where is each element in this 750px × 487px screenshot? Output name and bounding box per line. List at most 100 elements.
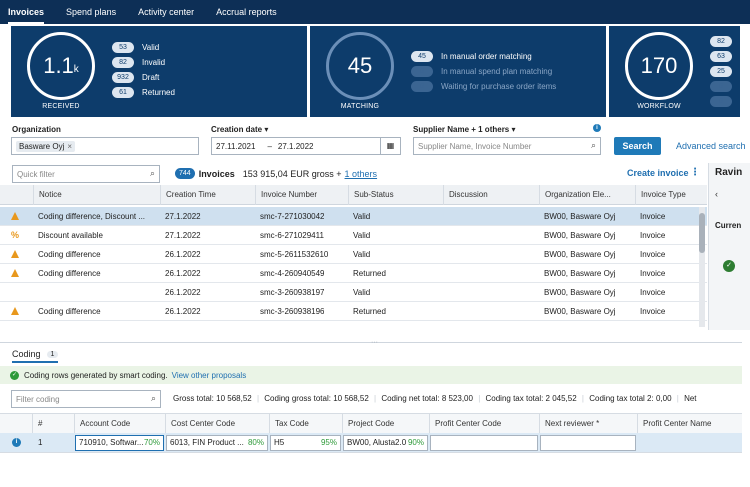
stat-invalid[interactable]: 82 Invalid xyxy=(112,57,165,68)
col-invoice-number[interactable]: Invoice Number xyxy=(255,185,348,205)
date-from[interactable]: 27.11.2021 xyxy=(216,142,255,151)
search-icon[interactable]: ⌕ xyxy=(150,168,155,179)
warning-icon xyxy=(11,250,19,258)
supplier-search-input[interactable]: Supplier Name, Invoice Number ⌕ xyxy=(413,137,601,155)
stat-valid[interactable]: 53 Valid xyxy=(112,42,159,53)
workflow-stat-4: 0 xyxy=(710,81,740,92)
organization-field[interactable]: Basware Oyj × xyxy=(11,137,199,155)
info-icon[interactable]: i xyxy=(12,438,21,447)
caret-down-icon: ▾ xyxy=(264,125,269,134)
warning-icon xyxy=(11,269,19,277)
table-row[interactable]: 26.1.2022 smc-3-260938197 Valid BW00, Ba… xyxy=(0,283,707,302)
account-code-input[interactable]: 710910, Softwar... 70% xyxy=(75,435,164,451)
profit-center-code-input[interactable] xyxy=(430,435,538,451)
stat-manual-spend-plan: 0 In manual spend plan matching xyxy=(411,66,552,77)
col-organization[interactable]: Organization Ele... xyxy=(539,185,635,205)
coding-tax-total: Coding tax total: 2 045,52 xyxy=(485,394,577,403)
search-icon[interactable]: ⌕ xyxy=(591,140,596,151)
filter-coding-input[interactable]: Filter coding ⌕ xyxy=(11,390,161,408)
col-profit-center-name[interactable]: Profit Center Name xyxy=(637,414,742,434)
smart-coding-banner: ✓ Coding rows generated by smart coding.… xyxy=(0,366,742,384)
row-index: 1 xyxy=(38,438,43,447)
others-link[interactable]: 1 others xyxy=(345,169,378,179)
col-account-code[interactable]: Account Code xyxy=(74,414,165,434)
col-invoice-type[interactable]: Invoice Type xyxy=(635,185,700,205)
invoice-table: Notice Creation Time Invoice Number Sub-… xyxy=(0,185,707,330)
col-cost-center-code[interactable]: Cost Center Code xyxy=(165,414,269,434)
discount-icon: % xyxy=(11,230,20,240)
table-row[interactable]: Coding difference, Discount ... 27.1.202… xyxy=(0,207,707,226)
chevron-left-icon[interactable]: ‹ xyxy=(715,189,718,199)
project-code-input[interactable]: BW00, Alusta2.0 90% xyxy=(343,435,428,451)
tab-coding[interactable]: Coding 1 xyxy=(12,349,59,363)
confidence-badge: 90% xyxy=(407,438,424,447)
col-profit-center-code[interactable]: Profit Center Code xyxy=(429,414,539,434)
invoice-summary: 744 Invoices 153 915,04 EUR gross + 1 ot… xyxy=(175,168,377,179)
workflow-stat-2[interactable]: 63 xyxy=(710,51,740,62)
create-invoice-button[interactable]: Create invoice xyxy=(627,168,689,178)
table-row[interactable]: % Discount available 27.1.2022 smc-6-271… xyxy=(0,226,707,245)
chip-remove-icon[interactable]: × xyxy=(67,142,72,151)
quick-filter-input[interactable]: Quick filter ⌕ xyxy=(12,165,160,183)
date-separator: – xyxy=(267,141,272,151)
search-icon[interactable]: ⌕ xyxy=(151,393,156,404)
resize-handle-icon[interactable]: ··· xyxy=(371,339,378,346)
confidence-badge: 95% xyxy=(320,438,337,447)
tab-activity-center[interactable]: Activity center xyxy=(138,0,194,24)
received-gauge: 1.1 k xyxy=(27,32,95,100)
side-panel: Ravin ‹ Curren ✓ xyxy=(708,163,750,330)
tab-spend-plans[interactable]: Spend plans xyxy=(66,0,116,24)
coding-row[interactable]: i 1 710910, Softwar... 70% 6013, FIN Pro… xyxy=(0,433,742,453)
matching-panel[interactable]: 45 MATCHING 45 In manual order matching 0… xyxy=(310,26,606,117)
invoice-totals: 153 915,04 EUR gross + xyxy=(242,168,342,179)
col-select[interactable] xyxy=(0,185,30,205)
date-to[interactable]: 27.1.2022 xyxy=(278,142,314,151)
search-button[interactable]: Search xyxy=(614,137,661,155)
stat-draft[interactable]: 932 Draft xyxy=(112,72,159,83)
creation-date-label[interactable]: Creation date ▾ xyxy=(211,125,268,134)
next-reviewer-input[interactable] xyxy=(540,435,636,451)
workflow-panel[interactable]: 170 WORKFLOW 82 63 25 0 0 xyxy=(609,26,740,117)
status-check-icon: ✓ xyxy=(723,260,735,272)
stat-returned[interactable]: 61 Returned xyxy=(112,87,175,98)
workflow-stat-3[interactable]: 25 xyxy=(710,66,740,77)
col-sub-status[interactable]: Sub-Status xyxy=(348,185,443,205)
col-project-code[interactable]: Project Code xyxy=(342,414,429,434)
col-discussion[interactable]: Discussion xyxy=(443,185,539,205)
workflow-caption: WORKFLOW xyxy=(637,103,681,110)
col-index[interactable]: # xyxy=(32,414,74,434)
tax-code-input[interactable]: H5 95% xyxy=(270,435,341,451)
info-icon[interactable]: i xyxy=(593,124,601,132)
calendar-icon[interactable]: ▦ xyxy=(380,138,400,154)
table-scrollbar[interactable] xyxy=(699,207,705,327)
table-row[interactable]: Coding difference 26.1.2022 smc-3-260938… xyxy=(0,302,707,321)
coding-count-badge: 1 xyxy=(46,350,59,358)
workflow-stat-1[interactable]: 82 xyxy=(710,36,740,47)
tab-invoices[interactable]: Invoices xyxy=(8,0,45,24)
col-next-reviewer[interactable]: Next reviewer * xyxy=(539,414,637,434)
cost-center-input[interactable]: 6013, FIN Product ... 80% xyxy=(166,435,268,451)
matching-gauge: 45 xyxy=(326,32,394,100)
confidence-badge: 70% xyxy=(143,438,160,447)
stat-waiting-po-items: 0 Waiting for purchase order items xyxy=(411,81,556,92)
coding-net-total: Coding net total: 8 523,00 xyxy=(381,394,473,403)
received-panel[interactable]: 1.1 k RECEIVED 53 Valid 82 Invalid 932 Draft… xyxy=(11,26,307,117)
col-checkbox[interactable] xyxy=(0,414,32,434)
tab-accrual-reports[interactable]: Accrual reports xyxy=(216,0,277,24)
table-row[interactable]: Coding difference 26.1.2022 smc-5-261153… xyxy=(0,245,707,264)
more-options-icon[interactable]: ⋮ xyxy=(690,167,700,178)
creation-date-field[interactable]: 27.11.2021 – 27.1.2022 ▦ xyxy=(211,137,401,155)
col-creation-time[interactable]: Creation Time xyxy=(160,185,255,205)
stat-manual-order-matching[interactable]: 45 In manual order matching xyxy=(411,51,532,62)
coding-totals: Gross total: 10 568,52 | Coding gross to… xyxy=(173,394,697,403)
received-value: 1.1 xyxy=(43,53,74,78)
view-proposals-link[interactable]: View other proposals xyxy=(172,371,247,380)
advanced-search-link[interactable]: Advanced search xyxy=(676,141,746,151)
supplier-label[interactable]: Supplier Name + 1 others ▾ xyxy=(413,125,516,134)
table-row[interactable]: Coding difference 26.1.2022 smc-4-260940… xyxy=(0,264,707,283)
confidence-badge: 80% xyxy=(247,438,264,447)
matching-value: 45 xyxy=(347,53,373,78)
col-tax-code[interactable]: Tax Code xyxy=(269,414,342,434)
col-notice[interactable]: Notice xyxy=(33,185,160,205)
scrollbar-thumb[interactable] xyxy=(699,213,705,253)
